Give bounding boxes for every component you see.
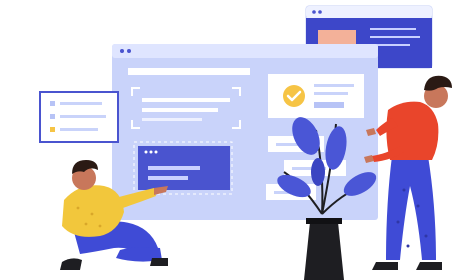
window-dot-icon — [127, 49, 131, 53]
window-dot-icon — [312, 10, 316, 14]
peach-block — [318, 30, 356, 46]
illustration-scene — [0, 0, 462, 280]
list-icon — [50, 101, 55, 106]
window-dot-icon — [120, 49, 124, 53]
team-website-illustration — [39, 5, 452, 280]
vase — [304, 222, 344, 280]
window-dot-icon — [318, 10, 322, 14]
checklist-card — [39, 91, 119, 143]
header-bar — [128, 68, 250, 75]
check-card — [268, 74, 364, 118]
